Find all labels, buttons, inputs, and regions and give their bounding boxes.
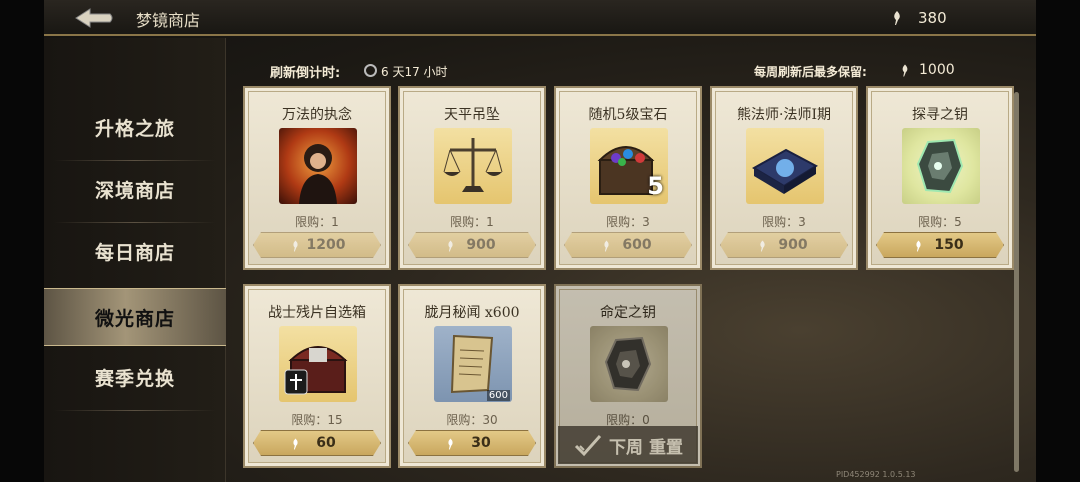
- item-name: 命定之钥: [600, 305, 656, 321]
- shop-item-card[interactable]: 万法的执念 限购：1 1200: [243, 86, 391, 270]
- price-button[interactable]: 60: [253, 430, 381, 456]
- shop-item-card[interactable]: 胧月秘闻 x600 600 限购：30 30: [398, 284, 546, 468]
- price-button[interactable]: 150: [876, 232, 1004, 258]
- keep-limit-value: 1000: [919, 62, 955, 78]
- sidebar-item-label: 微光商店: [94, 307, 175, 330]
- price-value: 30: [471, 435, 491, 451]
- price-value: 900: [466, 237, 496, 253]
- scale-pendant-icon: [434, 128, 512, 204]
- price-button[interactable]: 900: [408, 232, 536, 258]
- portrait-icon: [279, 128, 357, 204]
- item-name: 万法的执念: [282, 107, 352, 123]
- shop-item-card[interactable]: 随机5级宝石 5 限购：3 600: [554, 86, 702, 270]
- keep-limit-label: 每周刷新后最多保留:: [754, 65, 867, 79]
- sidebar-item-ascension[interactable]: 升格之旅: [44, 98, 226, 156]
- page-title: 梦镜商店: [136, 11, 201, 30]
- purchase-limit: 限购：3: [606, 215, 650, 229]
- sold-out-overlay: 下周 重置: [558, 426, 698, 464]
- purchase-limit: 限购：3: [762, 215, 806, 229]
- shop-item-card[interactable]: 天平吊坠 限购：1 900: [398, 86, 546, 270]
- left-edge: [0, 0, 44, 482]
- scroll-icon: 600: [434, 326, 512, 402]
- refresh-countdown: 6 天17 小时: [381, 65, 448, 79]
- price-value: 600: [622, 237, 652, 253]
- shop-item-card[interactable]: 战士残片自选箱 限购：15 60: [243, 284, 391, 468]
- sidebar-item-abyss-shop[interactable]: 深境商店: [44, 160, 226, 218]
- price-value: 1200: [306, 237, 346, 253]
- item-name: 随机5级宝石: [588, 107, 668, 123]
- item-name: 战士残片自选箱: [268, 305, 366, 321]
- price-value: 900: [778, 237, 808, 253]
- sidebar-item-label: 升格之旅: [94, 117, 175, 140]
- item-name: 天平吊坠: [444, 107, 500, 123]
- item-name: 熊法师·法师Ⅰ期: [737, 107, 831, 123]
- sidebar-item-label: 每日商店: [94, 241, 175, 264]
- shop-sidebar: 升格之旅 深境商店 每日商店 微光商店 赛季兑换: [44, 38, 226, 482]
- purchase-limit: 限购：1: [295, 215, 339, 229]
- gem-chest-icon: 5: [590, 128, 668, 204]
- item-name: 探寻之钥: [912, 107, 968, 123]
- feather-currency-icon: [894, 11, 900, 25]
- sidebar-item-daily-shop[interactable]: 每日商店: [44, 222, 226, 280]
- price-button[interactable]: 30: [408, 430, 536, 456]
- quantity-badge: 600: [486, 390, 510, 401]
- item-name: 胧月秘闻 x600: [424, 305, 520, 321]
- refresh-label: 刷新倒计时:: [270, 66, 341, 81]
- scrollbar-thumb[interactable]: [1014, 92, 1019, 472]
- gem-level-badge: 5: [647, 172, 664, 200]
- refresh-info-bar: 刷新倒计时: 6 天17 小时 每周刷新后最多保留: 1000: [250, 60, 1010, 82]
- feather-currency-icon: [902, 64, 908, 77]
- shop-screen: { "header": {"title": "梦镜商店", "currency_…: [0, 0, 1080, 482]
- top-bar: 梦镜商店 380: [44, 0, 1036, 36]
- purchase-limit: 限购：15: [291, 413, 343, 427]
- back-arrow-icon[interactable]: [74, 6, 114, 30]
- version-label: PID452992 1.0.5.13: [836, 470, 916, 479]
- checkmark-icon: [574, 435, 602, 457]
- currency-balance: 380: [918, 9, 947, 27]
- right-edge: [1036, 0, 1080, 482]
- price-value: 60: [316, 435, 336, 451]
- dark-crystal-icon: [590, 326, 668, 402]
- warrior-chest-icon: [279, 326, 357, 402]
- green-crystal-icon: [902, 128, 980, 204]
- sidebar-item-season-exchange[interactable]: 赛季兑换: [44, 348, 226, 406]
- clock-icon: [364, 64, 377, 77]
- purchase-limit: 限购：30: [446, 413, 498, 427]
- purchase-limit: 限购：5: [918, 215, 962, 229]
- shop-item-card[interactable]: 探寻之钥 限购：5 150: [866, 86, 1014, 270]
- sidebar-item-label: 深境商店: [94, 179, 175, 202]
- shop-item-card-sold-out: 命定之钥 限购：0 下周 重置: [554, 284, 702, 468]
- price-button[interactable]: 1200: [253, 232, 381, 258]
- scrollbar[interactable]: [1014, 92, 1019, 472]
- price-button[interactable]: 900: [720, 232, 848, 258]
- purchase-limit: 限购：1: [450, 215, 494, 229]
- sidebar-item-glimmer-shop[interactable]: 微光商店: [44, 288, 226, 346]
- shop-item-card[interactable]: 熊法师·法师Ⅰ期 限购：3 900: [710, 86, 858, 270]
- sidebar-item-label: 赛季兑换: [94, 367, 175, 390]
- price-button[interactable]: 600: [564, 232, 692, 258]
- spellbook-icon: [746, 128, 824, 204]
- price-value: 150: [934, 237, 964, 253]
- reset-next-week-label: 下周 重置: [609, 437, 683, 458]
- divider: [54, 410, 216, 411]
